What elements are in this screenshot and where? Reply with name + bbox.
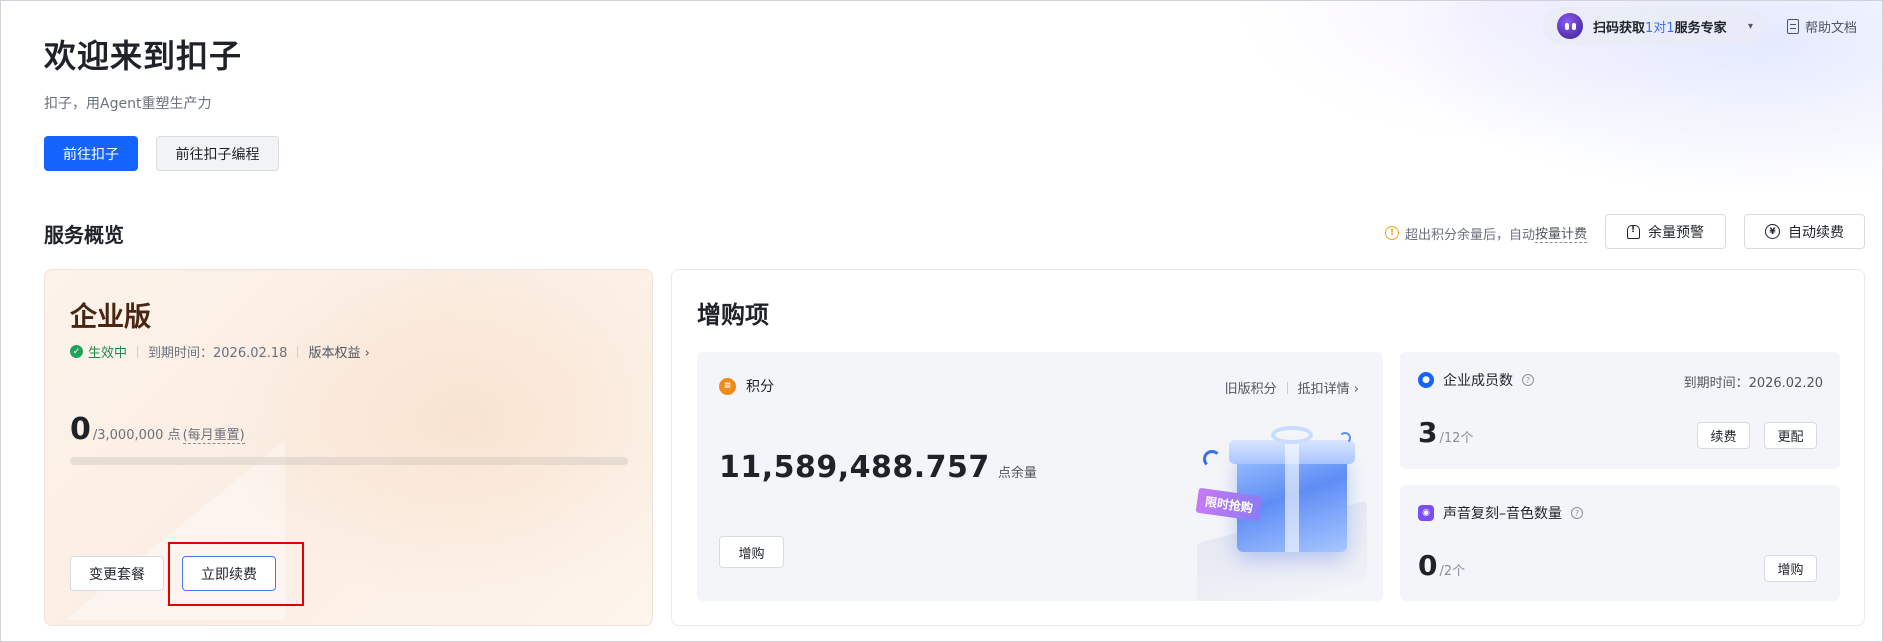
divider: [1286, 381, 1288, 394]
change-plan-button[interactable]: 变更套餐: [70, 556, 164, 591]
voice-clone-icon: ◉: [1418, 505, 1434, 521]
service-suffix: 服务专家: [1674, 20, 1727, 36]
bot-avatar-icon: [1557, 13, 1583, 39]
auto-renew-button[interactable]: ¥ 自动续费: [1744, 214, 1865, 249]
credits-header: ≡ 积分: [719, 376, 774, 396]
deduction-details-label: 抵扣详情: [1297, 382, 1350, 397]
voice-count-value: 0: [1418, 549, 1438, 582]
renew-now-button[interactable]: 立即续费: [182, 556, 276, 591]
members-expiry: 到期时间：2026.02.20: [1683, 376, 1823, 391]
balance-alert-label: 余量预警: [1648, 224, 1704, 241]
go-to-coze-button[interactable]: 前往扣子: [44, 136, 138, 171]
help-doc-link[interactable]: 帮助文档: [1787, 15, 1857, 37]
addons-card: 增购项 ≡ 积分 旧版积分 抵扣详情 › 11,589,488.757 点余量 …: [671, 269, 1865, 626]
members-count-value: 3: [1418, 416, 1438, 449]
auto-renew-label: 自动续费: [1788, 224, 1844, 241]
plan-meta: ✓ 生效中 到期时间：2026.02.18 版本权益 ›: [70, 342, 370, 361]
usage-total: /3,000,000 点: [92, 428, 181, 443]
service-overview-title: 服务概览: [44, 223, 124, 247]
decorative-arc: [1339, 432, 1351, 444]
divider: [297, 345, 299, 358]
credits-unit: 点余量: [997, 466, 1037, 481]
chevron-right-icon: ›: [1353, 382, 1359, 397]
page-subtitle: 扣子，用Agent重塑生产力: [44, 96, 212, 112]
chevron-right-icon: ›: [364, 346, 370, 361]
upgrade-members-button[interactable]: 更配: [1764, 422, 1817, 449]
decorative-shape: [65, 440, 285, 620]
members-label: 企业成员数: [1443, 373, 1513, 389]
service-expert-button[interactable]: 扫码获取1对1服务专家 ▾: [1543, 7, 1765, 45]
coin-icon: ≡: [719, 377, 736, 395]
question-circle-icon[interactable]: ?: [1571, 507, 1583, 519]
help-doc-label: 帮助文档: [1805, 20, 1858, 36]
usage-value: 0: [70, 412, 91, 447]
page-title: 欢迎来到扣子: [44, 37, 243, 75]
plan-expiry: 到期时间：2026.02.18: [148, 346, 288, 361]
credits-label: 积分: [746, 379, 774, 395]
plan-card: 企业版 ✓ 生效中 到期时间：2026.02.18 版本权益 › 0 /3,00…: [44, 269, 653, 626]
warning-circle-icon: !: [1385, 226, 1399, 240]
gift-ribbon: [1285, 440, 1299, 552]
voice-clone-label: 声音复刻–音色数量: [1443, 506, 1562, 522]
balance-alert-button[interactable]: 余量预警: [1605, 214, 1726, 249]
user-icon: ●: [1418, 372, 1434, 388]
credits-balance: 11,589,488.757 点余量: [719, 450, 1037, 485]
service-highlight: 1对1: [1645, 20, 1675, 36]
gift-illustration: 限时抢购: [1167, 426, 1377, 601]
pay-as-you-go-link[interactable]: 按量计费: [1535, 223, 1588, 243]
chevron-down-icon: ▾: [1747, 20, 1753, 32]
voice-clone-header: ◉ 声音复刻–音色数量 ?: [1418, 503, 1583, 523]
buy-credits-button[interactable]: 增购: [719, 536, 784, 568]
renew-members-button[interactable]: 续费: [1697, 422, 1750, 449]
usage-reset-note: (每月重置): [182, 424, 245, 444]
deduction-details-link[interactable]: 抵扣详情 ›: [1298, 378, 1359, 397]
members-header: ● 企业成员数 ?: [1418, 370, 1534, 390]
buy-voice-button[interactable]: 增购: [1764, 555, 1817, 582]
plan-name: 企业版: [70, 302, 151, 333]
credits-value: 11,589,488.757: [719, 450, 990, 485]
plan-usage: 0 /3,000,000 点 (每月重置): [70, 412, 245, 447]
yen-circle-icon: ¥: [1765, 224, 1780, 239]
plan-rights-link[interactable]: 版本权益 ›: [308, 342, 369, 361]
overage-note: ! 超出积分余量后，自动 按量计费: [1385, 223, 1588, 243]
voice-count: 0 /2个: [1418, 549, 1465, 582]
check-circle-icon: ✓: [70, 345, 83, 358]
members-count: 3 /12个: [1418, 416, 1473, 449]
question-circle-icon[interactable]: ?: [1522, 374, 1534, 386]
console-page: 扫码获取1对1服务专家 ▾ 帮助文档 欢迎来到扣子 扣子，用Agent重塑生产力…: [0, 0, 1883, 642]
old-credits-link[interactable]: 旧版积分: [1225, 378, 1277, 397]
members-panel: ● 企业成员数 ? 到期时间：2026.02.20 3 /12个 续费 更配: [1400, 352, 1840, 469]
addons-title: 增购项: [697, 301, 769, 329]
plan-rights-label: 版本权益: [308, 346, 361, 361]
members-count-total: /12个: [1439, 431, 1474, 446]
service-expert-label: 扫码获取1对1服务专家: [1593, 17, 1727, 36]
voice-clone-panel: ◉ 声音复刻–音色数量 ? 0 /2个 增购: [1400, 485, 1840, 601]
divider: [137, 345, 139, 358]
usage-progress-bar: [70, 457, 628, 465]
overage-note-text: 超出积分余量后，自动: [1405, 227, 1536, 243]
document-icon: [1787, 18, 1799, 34]
gift-bow: [1271, 426, 1313, 444]
credits-panel: ≡ 积分 旧版积分 抵扣详情 › 11,589,488.757 点余量 增购 限…: [697, 352, 1383, 601]
voice-count-total: /2个: [1439, 564, 1466, 579]
credits-links: 旧版积分 抵扣详情 ›: [1225, 378, 1359, 397]
service-prefix: 扫码获取: [1593, 20, 1646, 36]
decorative-arc: [1203, 450, 1221, 468]
bell-alert-icon: [1627, 224, 1640, 239]
go-to-coze-coding-button[interactable]: 前往扣子编程: [156, 136, 279, 171]
status-badge: 生效中: [88, 346, 128, 361]
